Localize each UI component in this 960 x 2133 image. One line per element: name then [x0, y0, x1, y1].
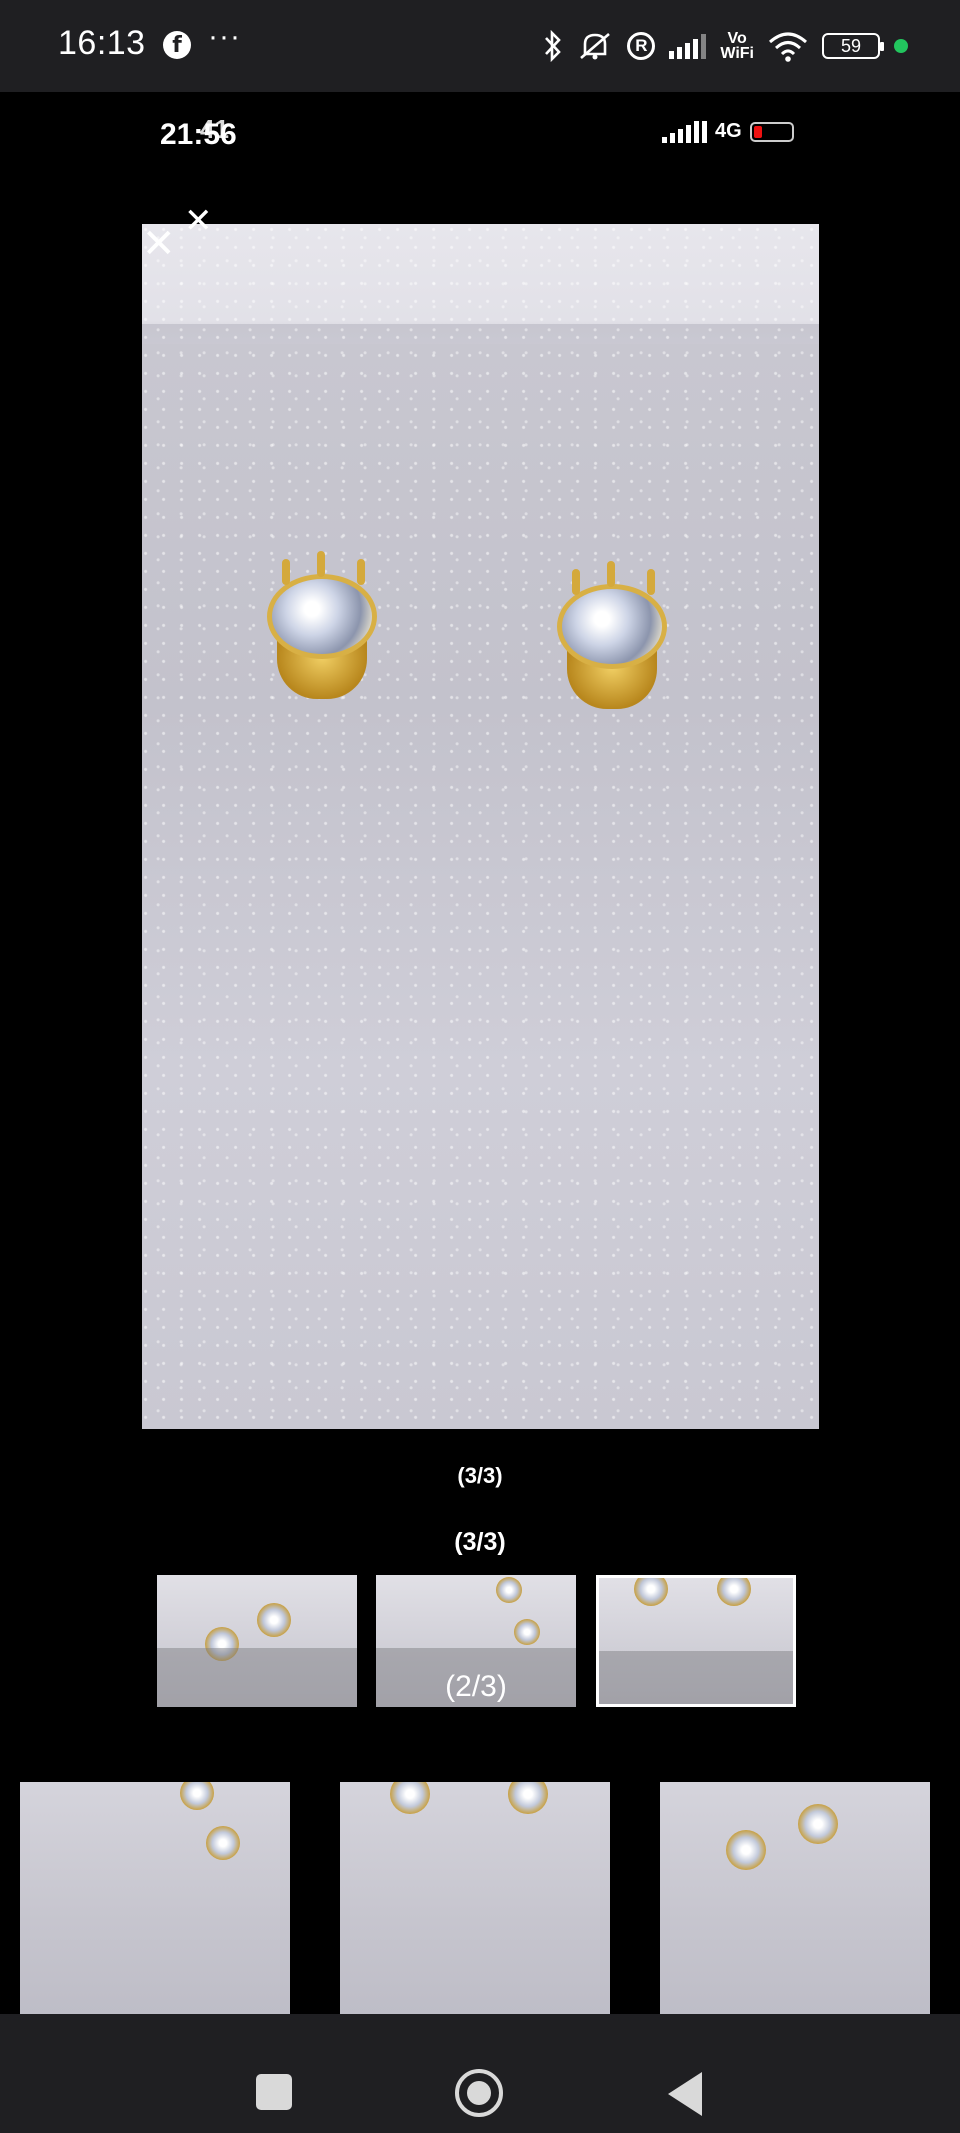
image-counter: (3/3) [457, 1463, 503, 1488]
screen: 16:13 f ··· R Vo WiFi 59 21:56 41 4G ✕ ✕… [0, 0, 960, 2133]
mute-icon [577, 30, 613, 62]
battery-icon: 59 [822, 33, 884, 59]
close-icon[interactable]: ✕ [142, 224, 176, 264]
earring-left [257, 551, 387, 709]
inner-signal-icon [662, 120, 707, 143]
privacy-indicator-dot [894, 39, 908, 53]
status-time: 16:13 [58, 24, 146, 62]
thumbnail-3-selected[interactable] [596, 1575, 796, 1707]
inner-status-time-overlap: 41 [200, 114, 229, 144]
strip-image-2[interactable] [340, 1782, 610, 2014]
inner-battery-icon [749, 121, 794, 142]
inner-network-label: 4G [715, 120, 742, 142]
navigation-bar [0, 2014, 960, 2133]
back-icon[interactable] [668, 2072, 702, 2116]
facebook-icon: f [163, 31, 191, 59]
earring-right [547, 561, 677, 719]
inner-status-icons: 4G [662, 120, 794, 143]
home-icon[interactable] [455, 2069, 503, 2117]
status-bar: 16:13 f ··· R Vo WiFi 59 [0, 0, 960, 92]
signal-icon [669, 33, 707, 59]
strip-image-1[interactable] [20, 1782, 290, 2014]
registered-icon: R [627, 32, 656, 60]
wifi-icon [768, 30, 808, 62]
vowifi-icon: Vo WiFi [720, 30, 754, 62]
bluetooth-icon [543, 30, 563, 62]
close-icon[interactable]: ✕ [184, 204, 213, 238]
image-counter-large: (3/3) [454, 1528, 506, 1556]
strip-image-3[interactable] [660, 1782, 930, 2014]
more-icon: ··· [208, 20, 241, 53]
thumbnail-overlay-label: (2/3) [445, 1670, 507, 1703]
photo-texture [142, 224, 819, 1429]
recents-icon[interactable] [256, 2074, 292, 2110]
status-icons: R Vo WiFi 59 [543, 26, 908, 66]
main-photo[interactable] [142, 224, 819, 1429]
thumbnail-1[interactable] [157, 1575, 357, 1707]
